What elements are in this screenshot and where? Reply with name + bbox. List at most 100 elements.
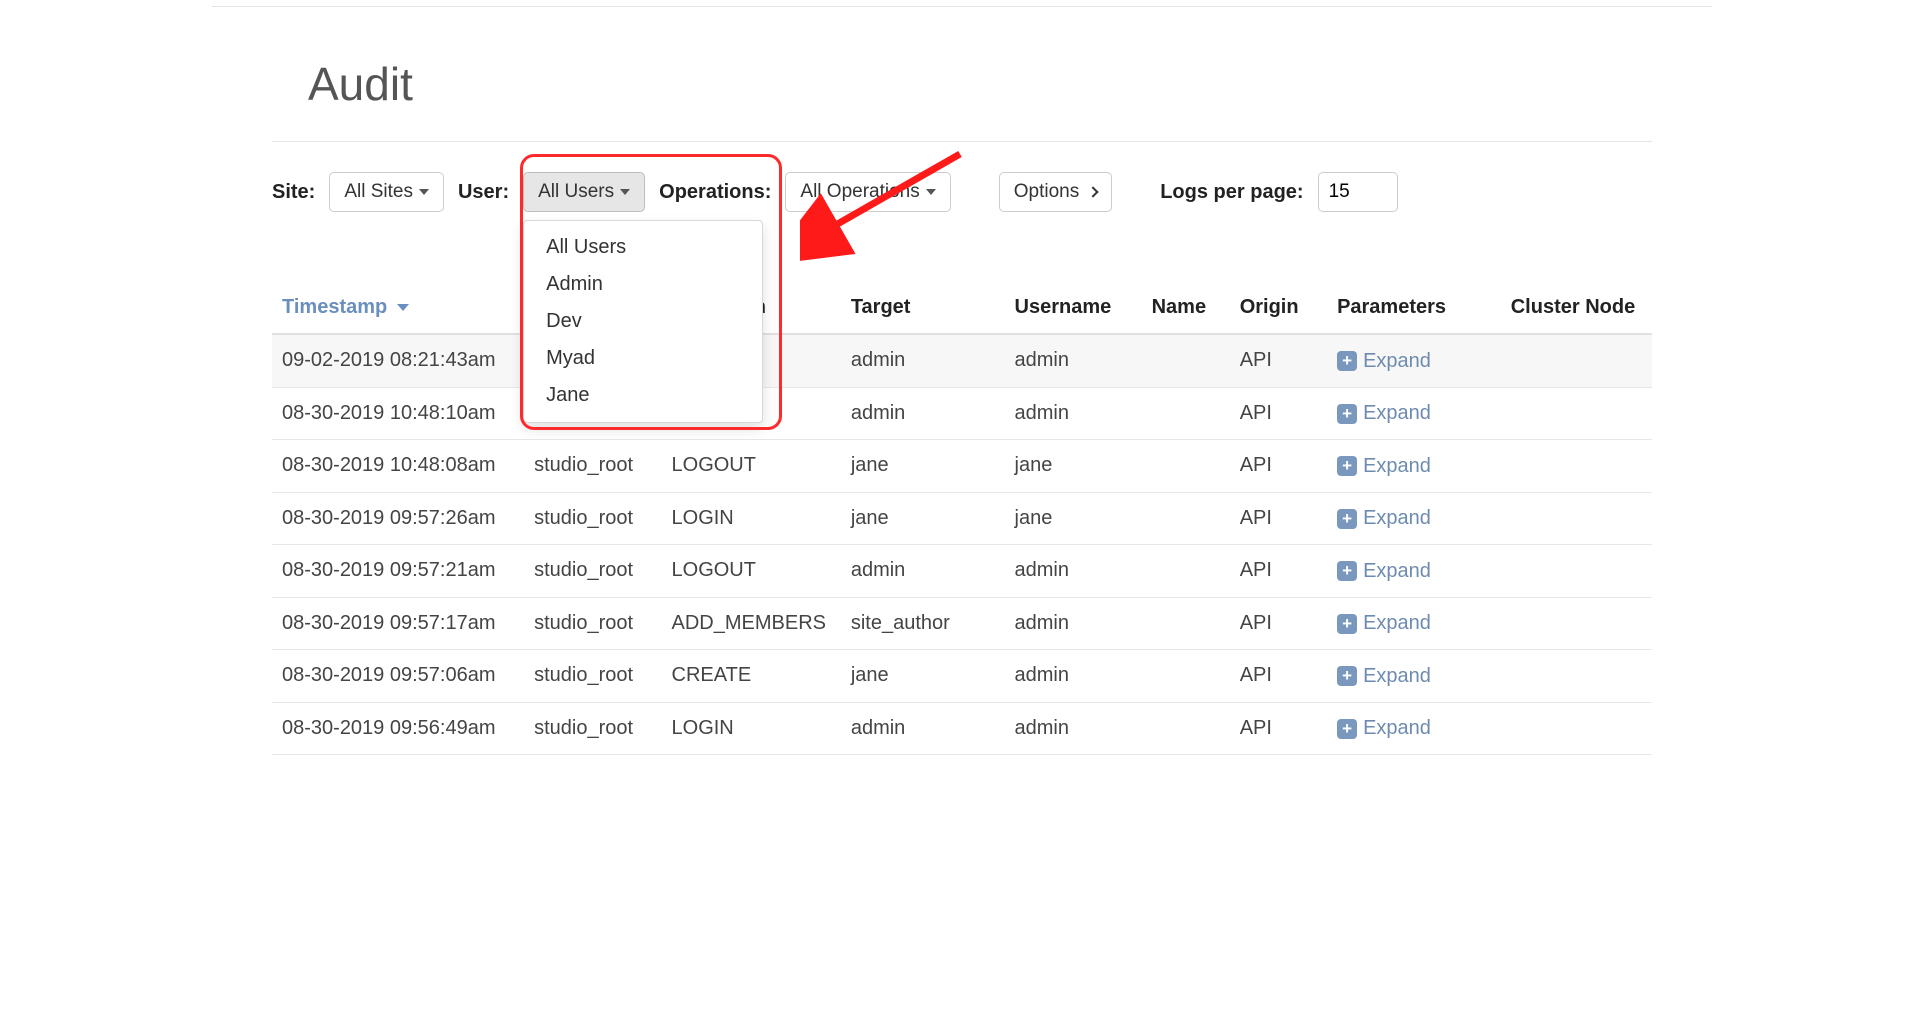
sort-desc-icon xyxy=(397,304,409,311)
plus-icon: + xyxy=(1337,404,1357,424)
cell-timestamp: 08-30-2019 09:57:17am xyxy=(272,597,524,650)
col-origin[interactable]: Origin xyxy=(1230,282,1327,334)
user-option[interactable]: Admin xyxy=(524,266,762,303)
table-row: 08-30-2019 09:57:06amstudio_rootCREATEja… xyxy=(272,650,1652,703)
site-dropdown[interactable]: All Sites xyxy=(329,172,444,212)
expand-button[interactable]: +Expand xyxy=(1337,402,1431,425)
table-row: 08-30-2019 09:57:21amstudio_rootLOGOUTad… xyxy=(272,545,1652,598)
cell-site: studio_root xyxy=(524,545,661,598)
cell-target: jane xyxy=(841,492,1005,545)
cell-operation: LOGIN xyxy=(662,492,841,545)
expand-label: Expand xyxy=(1363,507,1431,530)
cell-target: admin xyxy=(841,387,1005,440)
cell-cluster-node xyxy=(1501,545,1652,598)
options-button-label: Options xyxy=(1014,181,1079,203)
expand-button[interactable]: + Expand xyxy=(1337,350,1431,373)
cell-site: studio_root xyxy=(524,650,661,703)
cell-name xyxy=(1142,545,1230,598)
user-dropdown-wrap: All Users All Users Admin Dev Myad Jane xyxy=(523,172,645,212)
user-dropdown-menu: All Users Admin Dev Myad Jane xyxy=(523,220,763,423)
cell-name xyxy=(1142,387,1230,440)
filters-row: Site: All Sites User: All Users All User… xyxy=(272,172,1652,212)
user-option[interactable]: Myad xyxy=(524,340,762,377)
expand-label: Expand xyxy=(1363,455,1431,478)
cell-origin: API xyxy=(1230,702,1327,755)
cell-target: admin xyxy=(841,702,1005,755)
user-option[interactable]: Dev xyxy=(524,303,762,340)
cell-timestamp: 08-30-2019 09:57:26am xyxy=(272,492,524,545)
cell-parameters: + Expand xyxy=(1327,334,1501,387)
table-row: 09-02-2019 08:21:43amadminadminAPI+Expan… xyxy=(272,334,1652,387)
cell-timestamp: 08-30-2019 09:56:49am xyxy=(272,702,524,755)
site-filter-label: Site: xyxy=(272,181,315,204)
expand-label: Expand xyxy=(1363,717,1431,740)
expand-button[interactable]: +Expand xyxy=(1337,560,1431,583)
cell-target: jane xyxy=(841,440,1005,493)
cell-origin: API xyxy=(1230,440,1327,493)
table-row: 08-30-2019 10:48:08amstudio_rootLOGOUTja… xyxy=(272,440,1652,493)
plus-icon: + xyxy=(1337,351,1357,371)
cell-operation: LOGOUT xyxy=(662,545,841,598)
cell-target: site_author xyxy=(841,597,1005,650)
expand-button[interactable]: + Expand xyxy=(1337,507,1431,530)
cell-username: admin xyxy=(1005,387,1142,440)
cell-cluster-node xyxy=(1501,597,1652,650)
cell-origin: API xyxy=(1230,597,1327,650)
expand-button[interactable]: +Expand xyxy=(1337,455,1431,478)
cell-site: studio_root xyxy=(524,702,661,755)
table-row: 08-30-2019 10:48:10amstudio_rootLOGINadm… xyxy=(272,387,1652,440)
user-option[interactable]: Jane xyxy=(524,377,762,414)
cell-name xyxy=(1142,440,1230,493)
user-filter-label: User: xyxy=(458,181,509,204)
cell-username: admin xyxy=(1005,702,1142,755)
plus-icon: + xyxy=(1337,509,1357,529)
expand-button[interactable]: +Expand xyxy=(1337,665,1431,688)
col-timestamp[interactable]: Timestamp xyxy=(272,282,524,334)
divider xyxy=(272,141,1652,142)
cell-origin: API xyxy=(1230,545,1327,598)
expand-label: Expand xyxy=(1363,612,1431,635)
cell-site: studio_root xyxy=(524,440,661,493)
cell-name xyxy=(1142,492,1230,545)
cell-name xyxy=(1142,650,1230,703)
options-button[interactable]: Options xyxy=(999,172,1112,212)
expand-button[interactable]: +Expand xyxy=(1337,612,1431,635)
cell-operation: LOGIN xyxy=(662,702,841,755)
caret-down-icon xyxy=(419,189,429,195)
cell-timestamp: 08-30-2019 10:48:10am xyxy=(272,387,524,440)
operations-dropdown[interactable]: All Operations xyxy=(785,172,950,212)
col-parameters[interactable]: Parameters xyxy=(1327,282,1501,334)
cell-origin: API xyxy=(1230,650,1327,703)
cell-cluster-node xyxy=(1501,650,1652,703)
cell-parameters: +Expand xyxy=(1327,440,1501,493)
site-dropdown-value: All Sites xyxy=(344,181,413,203)
logs-per-page-input[interactable] xyxy=(1318,172,1398,212)
col-username[interactable]: Username xyxy=(1005,282,1142,334)
cell-parameters: +Expand xyxy=(1327,650,1501,703)
user-option[interactable]: All Users xyxy=(524,229,762,266)
expand-label: Expand xyxy=(1363,350,1431,373)
cell-username: admin xyxy=(1005,334,1142,387)
cell-username: jane xyxy=(1005,440,1142,493)
expand-label: Expand xyxy=(1363,665,1431,688)
cell-username: admin xyxy=(1005,650,1142,703)
col-name[interactable]: Name xyxy=(1142,282,1230,334)
col-cluster-node[interactable]: Cluster Node xyxy=(1501,282,1652,334)
user-dropdown[interactable]: All Users xyxy=(523,172,645,212)
expand-button[interactable]: +Expand xyxy=(1337,717,1431,740)
cell-site: studio_root xyxy=(524,597,661,650)
cell-parameters: +Expand xyxy=(1327,387,1501,440)
col-target[interactable]: Target xyxy=(841,282,1005,334)
table-header-row: Timestamp Site Operation Target Username… xyxy=(272,282,1652,334)
cell-origin: API xyxy=(1230,334,1327,387)
operations-filter-label: Operations: xyxy=(659,181,771,204)
table-row: 08-30-2019 09:57:26amstudio_rootLOGINjan… xyxy=(272,492,1652,545)
caret-down-icon xyxy=(620,189,630,195)
cell-operation: LOGOUT xyxy=(662,440,841,493)
cell-parameters: + Expand xyxy=(1327,492,1501,545)
cell-cluster-node xyxy=(1501,334,1652,387)
cell-parameters: +Expand xyxy=(1327,597,1501,650)
cell-site: studio_root xyxy=(524,492,661,545)
cell-timestamp: 09-02-2019 08:21:43am xyxy=(272,334,524,387)
caret-down-icon xyxy=(926,189,936,195)
